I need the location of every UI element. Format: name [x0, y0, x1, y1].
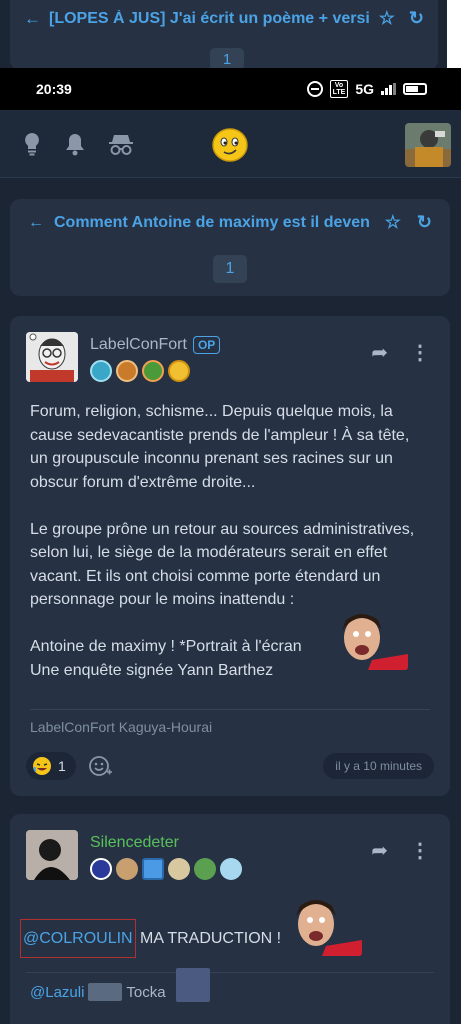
op-badge: OP	[192, 336, 221, 354]
topic-title[interactable]: Comment Antoine de maximy est il deven	[54, 214, 375, 232]
status-bar: 20:39 Vo LTE 5G	[0, 68, 461, 110]
lightbulb-icon[interactable]	[22, 132, 42, 156]
quote-line: @Lazuli Tocka	[30, 968, 210, 1002]
page-button[interactable]: 1	[213, 255, 247, 283]
crystal-badge-icon[interactable]	[220, 858, 242, 880]
post-content: @COLROULIN MA TRADUCTION !	[20, 919, 282, 958]
post-card: LabelConFort OP ➦ ⋮ Forum, religion, sch…	[10, 316, 450, 796]
badge-list	[90, 360, 190, 382]
animal-badge-icon[interactable]	[116, 360, 138, 382]
author-avatar[interactable]	[26, 332, 78, 382]
volte-icon: Vo LTE	[329, 80, 349, 98]
app-header	[0, 110, 461, 178]
smiley-badge-icon[interactable]	[168, 360, 190, 382]
post-text: MA TRADUCTION !	[135, 930, 282, 947]
bell-icon[interactable]	[64, 132, 86, 156]
author-name[interactable]: LabelConFort	[90, 336, 187, 354]
star-icon[interactable]: ☆	[379, 8, 395, 29]
crown-badge-icon[interactable]	[90, 858, 112, 880]
signature: LabelConFort Kaguya-Hourai	[30, 719, 213, 735]
mention-link[interactable]: @Lazuli	[30, 984, 84, 1001]
spy-icon[interactable]	[108, 132, 134, 156]
badge-list	[90, 858, 242, 880]
more-options-icon[interactable]: ⋮	[410, 838, 430, 863]
status-time: 20:39	[36, 81, 72, 97]
author-avatar[interactable]	[26, 830, 78, 880]
previous-topic-card: ← [LOPES À JUS] J'ai écrit un poème + ve…	[10, 0, 438, 70]
share-icon[interactable]: ➦	[371, 838, 388, 863]
add-reaction-icon[interactable]	[88, 754, 112, 778]
user-avatar[interactable]	[405, 123, 451, 167]
white-block	[447, 0, 461, 68]
sticker-thumb[interactable]	[88, 983, 123, 1001]
reaction-pill[interactable]: 1	[26, 752, 76, 780]
laughing-emoji-icon	[33, 757, 51, 775]
post-line: Antoine de maximy ! *Portrait à l'écran	[30, 638, 302, 655]
star-badge-icon[interactable]	[90, 360, 112, 382]
elf-badge-icon[interactable]	[142, 360, 164, 382]
previous-topic-title-row[interactable]: ← [LOPES À JUS] J'ai écrit un poème + ve…	[24, 8, 424, 29]
battery-icon	[403, 83, 427, 95]
smiley-logo[interactable]	[212, 128, 248, 162]
signal-icon	[381, 83, 396, 95]
cat-badge-icon[interactable]	[116, 858, 138, 880]
previous-topic-title[interactable]: [LOPES À JUS] J'ai écrit un poème + vers…	[49, 10, 371, 28]
signature-divider	[30, 709, 430, 710]
refresh-icon[interactable]: ↻	[409, 8, 424, 29]
back-arrow-icon[interactable]: ←	[28, 214, 44, 232]
back-arrow-icon[interactable]: ←	[24, 9, 41, 29]
share-icon[interactable]: ➦	[371, 340, 388, 365]
post-paragraph: Le groupe prône un retour au sources adm…	[30, 520, 415, 609]
star-icon[interactable]: ☆	[385, 212, 401, 233]
cat-badge-icon[interactable]	[168, 858, 190, 880]
post-card: Silencedeter ➦ ⋮ @COLROULIN MA TRADUCTIO…	[10, 814, 450, 1024]
portrait-sticker[interactable]	[286, 896, 362, 956]
smiley-badge-icon[interactable]	[142, 858, 164, 880]
previous-page-button[interactable]: 1	[210, 48, 244, 70]
more-options-icon[interactable]: ⋮	[410, 340, 430, 365]
quote-text: Tocka	[126, 983, 166, 1001]
topic-card: ← Comment Antoine de maximy est il deven…	[10, 199, 450, 296]
network-type: 5G	[355, 81, 374, 97]
reactions-bar: 1	[26, 752, 112, 780]
elf-badge-icon[interactable]	[194, 858, 216, 880]
portrait-sticker[interactable]	[332, 610, 408, 670]
post-paragraph: Forum, religion, schisme... Depuis quelq…	[30, 403, 410, 491]
quote-divider	[26, 972, 434, 973]
mention-link[interactable]: @COLROULIN	[20, 919, 136, 958]
refresh-icon[interactable]: ↻	[417, 212, 432, 233]
author-name[interactable]: Silencedeter	[90, 834, 179, 852]
reaction-count: 1	[58, 758, 66, 774]
sticker-thumb[interactable]	[175, 968, 210, 1002]
do-not-disturb-icon	[306, 81, 323, 97]
post-time[interactable]: il y a 10 minutes	[323, 753, 434, 779]
